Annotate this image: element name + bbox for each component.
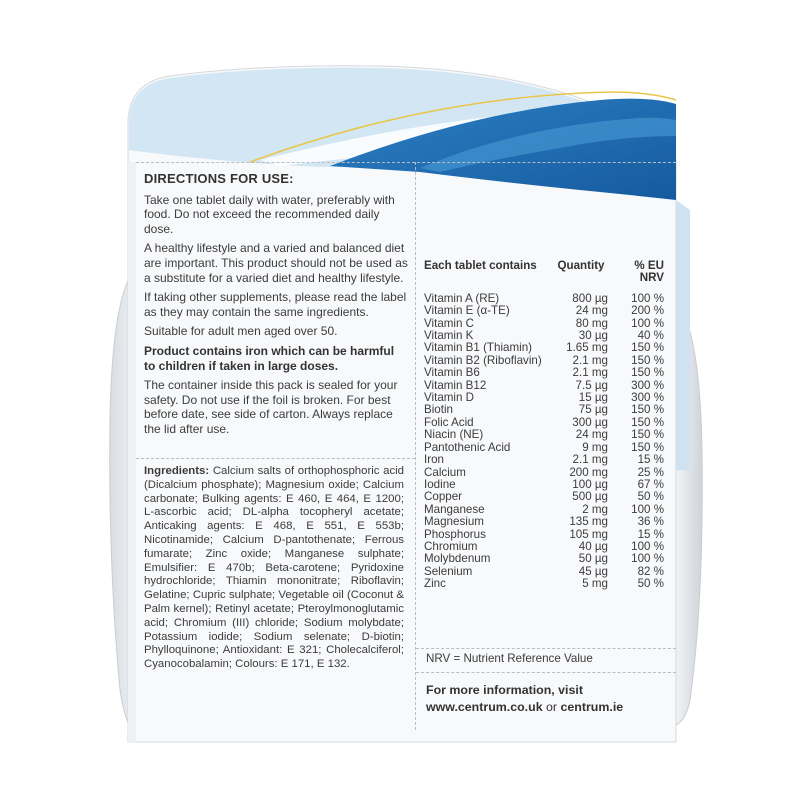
nutrient-nrv: 150 % <box>631 366 664 380</box>
nutrition-row: Selenium 45 µg 82 % <box>424 565 664 578</box>
directions-paragraph: A healthy lifestyle and a varied and bal… <box>144 241 408 285</box>
nutrition-rows: Vitamin A (RE) 800 µg 100 % Vitamin E (α-TE… <box>424 292 664 591</box>
nrv-footnote: NRV = Nutrient Reference Value <box>426 652 593 665</box>
url-or: or <box>542 700 561 714</box>
nutrition-row: Copper 500 µg 50 % <box>424 490 664 504</box>
header-nrv: % EU NRV <box>634 259 664 285</box>
nutrition-row: Iron 2.1 mg 15 % <box>424 453 664 467</box>
nutrient-quantity: 500 µg <box>572 490 608 504</box>
directions-paragraph: Suitable for adult men aged over 50. <box>144 324 338 339</box>
nutrient-name: Vitamin B6 <box>424 366 480 380</box>
nutrition-row: Magnesium 135 mg 36 % <box>424 515 664 529</box>
nutrient-nrv: 150 % <box>631 428 664 442</box>
iron-warning: Product contains iron which can be harmf… <box>144 343 395 373</box>
nutrient-nrv: 100 % <box>631 552 664 566</box>
nutrient-name: Zinc <box>424 577 446 591</box>
nutrition-row: Vitamin D 15 µg 300 % <box>424 391 664 404</box>
nutrition-table: Each tablet contains Quantity % EU NRV Vi… <box>424 259 664 591</box>
more-info: For more information, visit www.centrum.… <box>426 682 623 716</box>
nutrient-name: Copper <box>424 490 463 504</box>
header-quantity: Quantity <box>557 259 605 272</box>
nutrient-name: Niacin (NE) <box>424 428 484 442</box>
nutrient-name: Iron <box>424 453 444 467</box>
nutrition-row: Vitamin B1 (Thiamin) 1.65 mg 150 % <box>424 341 664 355</box>
nutrient-name: Magnesium <box>424 515 484 529</box>
nutrient-quantity: 24 mg <box>575 428 608 442</box>
url-ie: centrum.ie <box>560 700 624 714</box>
left-panel: DIRECTIONS FOR USE: Take one tablet dail… <box>136 162 414 730</box>
more-info-line: For more information, visit <box>426 683 583 697</box>
nutrient-nrv: 50 % <box>637 490 664 504</box>
nutrient-nrv: 150 % <box>631 403 664 417</box>
right-panel: Each tablet contains Quantity % EU NRV Vi… <box>418 162 678 730</box>
nutrient-nrv: 150 % <box>631 341 664 355</box>
nutrient-quantity: 50 µg <box>578 552 608 566</box>
ingredients-text: Calcium salts of orthophosphoric acid (D… <box>144 465 404 671</box>
nutrient-quantity: 5 mg <box>582 577 608 591</box>
nutrient-quantity: 2.1 mg <box>572 453 608 467</box>
nutrient-quantity: 1.65 mg <box>566 341 608 355</box>
nutrient-nrv: 200 % <box>631 304 664 318</box>
nutrient-quantity: 135 mg <box>569 515 608 529</box>
nutrition-row: Pantothenic Acid 9 mg 150 % <box>424 441 664 454</box>
product-photo: DIRECTIONS FOR USE: Take one tablet dail… <box>0 0 800 800</box>
nutrient-nrv: 15 % <box>637 453 664 467</box>
nutrient-quantity: 75 µg <box>578 403 608 417</box>
nutrition-row: Vitamin B6 2.1 mg 150 % <box>424 366 664 380</box>
nutrition-header-row: Each tablet contains Quantity % EU NRV <box>424 259 664 285</box>
nutrient-name: Biotin <box>424 403 454 417</box>
directions-paragraph: Take one tablet daily with water, prefer… <box>144 192 395 236</box>
nutrient-name: Vitamin B1 (Thiamin) <box>424 341 533 355</box>
more-info-urls: www.centrum.co.uk or centrum.ie <box>426 699 623 716</box>
nutrient-nrv: 36 % <box>637 515 664 529</box>
nutrient-nrv: 50 % <box>637 577 664 591</box>
directions-heading: DIRECTIONS FOR USE: <box>144 171 294 186</box>
ingredients-section: Ingredients: Calcium salts of orthophosp… <box>144 465 404 672</box>
directions-paragraph: If taking other supplements, please read… <box>144 290 407 319</box>
header-name: Each tablet contains <box>424 259 537 272</box>
nutrient-quantity: 24 mg <box>575 304 608 318</box>
nutrition-row: Zinc 5 mg 50 % <box>424 577 664 591</box>
nutrition-row: Calcium 200 mg 25 % <box>424 466 664 479</box>
nutrition-row: Biotin 75 µg 150 % <box>424 403 664 417</box>
center-divider <box>415 162 416 730</box>
directions-section: DIRECTIONS FOR USE: Take one tablet dail… <box>136 171 414 442</box>
url-uk: www.centrum.co.uk <box>426 700 543 714</box>
nutrition-row: Vitamin E (α-TE) 24 mg 200 % <box>424 304 664 318</box>
nutrient-quantity: 2.1 mg <box>572 366 608 380</box>
seal-note: The container inside this pack is sealed… <box>144 378 398 436</box>
nutrient-name: Molybdenum <box>424 552 491 566</box>
nutrition-row: Niacin (NE) 24 mg 150 % <box>424 428 664 442</box>
ingredients-label: Ingredients: <box>144 465 210 477</box>
nutrition-row: Molybdenum 50 µg 100 % <box>424 552 664 566</box>
right-strip <box>676 200 690 470</box>
nutrient-name: Vitamin E (α-TE) <box>424 304 510 318</box>
